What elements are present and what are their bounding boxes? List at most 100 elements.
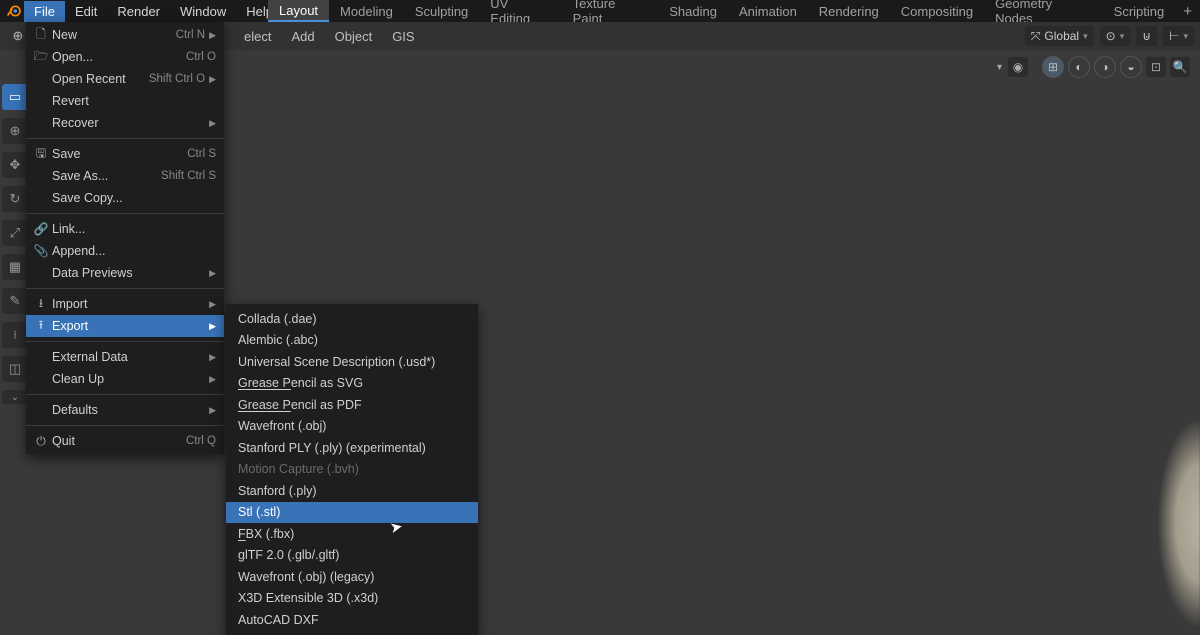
search-icon[interactable]: 🔍: [1170, 57, 1190, 77]
file-import-label: Import: [50, 297, 205, 311]
file-export[interactable]: ⭱Export ▶: [26, 315, 224, 337]
file-export-label: Export: [50, 319, 205, 333]
header-right-controls: ⤧ Global ▾ ⊙▾ ⊍ ⊢▾: [1025, 22, 1194, 50]
file-data-previews[interactable]: Data Previews ▶: [26, 262, 224, 284]
file-link-label: Link...: [50, 222, 216, 236]
export-grease-pencil-svg[interactable]: Grease Pencil as SVG: [226, 373, 478, 395]
snap-dropdown[interactable]: ⊍: [1136, 26, 1157, 46]
file-new[interactable]: 🗋NewCtrl N▶: [26, 24, 224, 46]
export-autocad-dxf[interactable]: AutoCAD DXF: [226, 609, 478, 631]
file-recover-label: Recover: [50, 116, 205, 130]
transform-orientation-dropdown[interactable]: ⤧ Global ▾: [1025, 26, 1094, 46]
file-revert[interactable]: Revert: [26, 90, 224, 112]
workspace-modeling[interactable]: Modeling: [329, 1, 404, 22]
subheader-gis[interactable]: GIS: [382, 29, 424, 44]
export-usd[interactable]: Universal Scene Description (.usd*): [226, 351, 478, 373]
tool-cursor[interactable]: ⊕: [2, 118, 28, 144]
file-external-data[interactable]: External Data▶: [26, 346, 224, 368]
tool-scale[interactable]: ⤢: [2, 220, 28, 246]
export-stl[interactable]: Stl (.stl): [226, 502, 478, 524]
file-revert-label: Revert: [50, 94, 216, 108]
file-defaults-label: Defaults: [50, 403, 205, 417]
workspace-scripting[interactable]: Scripting: [1103, 1, 1176, 22]
export-gltf[interactable]: glTF 2.0 (.glb/.gltf): [226, 545, 478, 567]
viewport-controls: ▾ ◉ ⊞ ◐ ◑ ◒ ⊡ 🔍: [995, 56, 1190, 78]
subheader-object[interactable]: Object: [325, 29, 383, 44]
file-append[interactable]: 📎Append...: [26, 240, 224, 262]
workspace-layout[interactable]: Layout: [268, 0, 329, 22]
file-data-previews-label: Data Previews: [50, 266, 205, 280]
shading-rendered-icon[interactable]: ◒: [1120, 56, 1142, 78]
file-recover[interactable]: Recover ▶: [26, 112, 224, 134]
export-x3d[interactable]: X3D Extensible 3D (.x3d): [226, 588, 478, 610]
file-save-as-label: Save As...: [50, 169, 161, 183]
shortcut: Ctrl O: [186, 51, 216, 63]
file-clean-up-label: Clean Up: [50, 372, 205, 386]
export-stanford-ply-experimental[interactable]: Stanford PLY (.ply) (experimental): [226, 437, 478, 459]
tool-transform[interactable]: ▦: [2, 254, 28, 280]
file-save-label: Save: [50, 147, 187, 161]
menu-render[interactable]: Render: [107, 1, 170, 22]
export-wavefront-legacy[interactable]: Wavefront (.obj) (legacy): [226, 566, 478, 588]
export-icon: ⭱: [32, 316, 50, 337]
export-submenu: Collada (.dae) Alembic (.abc) Universal …: [226, 304, 478, 635]
tool-add-cube[interactable]: ◫: [2, 356, 28, 382]
file-save-copy-label: Save Copy...: [50, 191, 216, 205]
file-save[interactable]: 🖫SaveCtrl S: [26, 143, 224, 165]
shading-wireframe-icon[interactable]: ⊞: [1042, 56, 1064, 78]
tool-annotate[interactable]: ✎: [2, 288, 28, 314]
chevron-down-icon[interactable]: ▾: [995, 62, 1004, 73]
shading-solid-icon[interactable]: ◐: [1068, 56, 1090, 78]
file-open-recent[interactable]: Open RecentShift Ctrl O▶: [26, 68, 224, 90]
file-save-as[interactable]: Save As...Shift Ctrl S: [26, 165, 224, 187]
workspace-add-button[interactable]: +: [1175, 3, 1200, 20]
overlays-icon[interactable]: ⊡: [1146, 57, 1166, 77]
pivot-dropdown[interactable]: ⊙▾: [1100, 26, 1131, 46]
workspace-rendering[interactable]: Rendering: [808, 1, 890, 22]
file-quit[interactable]: ⏻QuitCtrl Q: [26, 430, 224, 452]
workspace-animation[interactable]: Animation: [728, 1, 808, 22]
export-alembic[interactable]: Alembic (.abc): [226, 330, 478, 352]
subheader-select-truncated[interactable]: elect: [234, 29, 281, 44]
file-open[interactable]: 🗁Open...Ctrl O: [26, 46, 224, 68]
file-open-recent-label: Open Recent: [50, 72, 149, 86]
subheader-add[interactable]: Add: [281, 29, 324, 44]
export-grease-pencil-pdf[interactable]: Grease Pencil as PDF: [226, 394, 478, 416]
separator: [26, 138, 224, 139]
proportional-dropdown[interactable]: ⊢▾: [1163, 26, 1194, 46]
tool-move[interactable]: ✥: [2, 152, 28, 178]
export-collada[interactable]: Collada (.dae): [226, 308, 478, 330]
workspace-tabs: Layout Modeling Sculpting UV Editing Tex…: [268, 0, 1200, 22]
shading-material-icon[interactable]: ◑: [1094, 56, 1116, 78]
workspace-shading[interactable]: Shading: [658, 1, 728, 22]
export-stanford-ply[interactable]: Stanford (.ply): [226, 480, 478, 502]
menu-window[interactable]: Window: [170, 1, 236, 22]
menu-edit[interactable]: Edit: [65, 1, 107, 22]
show-gizmo-icon[interactable]: ◉: [1008, 57, 1028, 77]
tool-select-box[interactable]: ▭: [2, 84, 28, 110]
tool-measure[interactable]: ⟊: [2, 322, 28, 348]
pivot-icon: ⊙: [1106, 29, 1116, 43]
chevron-right-icon: ▶: [209, 321, 216, 332]
chevron-right-icon: ▶: [209, 405, 216, 416]
workspace-sculpting[interactable]: Sculpting: [404, 1, 479, 22]
separator: [26, 341, 224, 342]
file-clean-up[interactable]: Clean Up ▶: [26, 368, 224, 390]
chevron-right-icon: ▶: [209, 268, 216, 279]
tool-expand-icon[interactable]: ⌄: [2, 390, 28, 404]
file-link[interactable]: 🔗Link...: [26, 218, 224, 240]
file-import[interactable]: ⭳Import▶: [26, 293, 224, 315]
chevron-right-icon: ▶: [209, 118, 216, 129]
export-wavefront[interactable]: Wavefront (.obj): [226, 416, 478, 438]
disk-icon: 🖫: [32, 144, 50, 165]
power-icon: ⏻: [32, 434, 50, 449]
workspace-compositing[interactable]: Compositing: [890, 1, 984, 22]
file-save-copy[interactable]: Save Copy...: [26, 187, 224, 209]
file-defaults[interactable]: Defaults ▶: [26, 399, 224, 421]
chevron-right-icon: ▶: [209, 374, 216, 385]
export-fbx[interactable]: FBX (.fbx): [226, 523, 478, 545]
tool-rotate[interactable]: ↻: [2, 186, 28, 212]
menu-file[interactable]: File: [24, 1, 65, 22]
shortcut: Shift Ctrl S: [161, 170, 216, 182]
snap-target-icon: ⊢: [1169, 29, 1179, 43]
